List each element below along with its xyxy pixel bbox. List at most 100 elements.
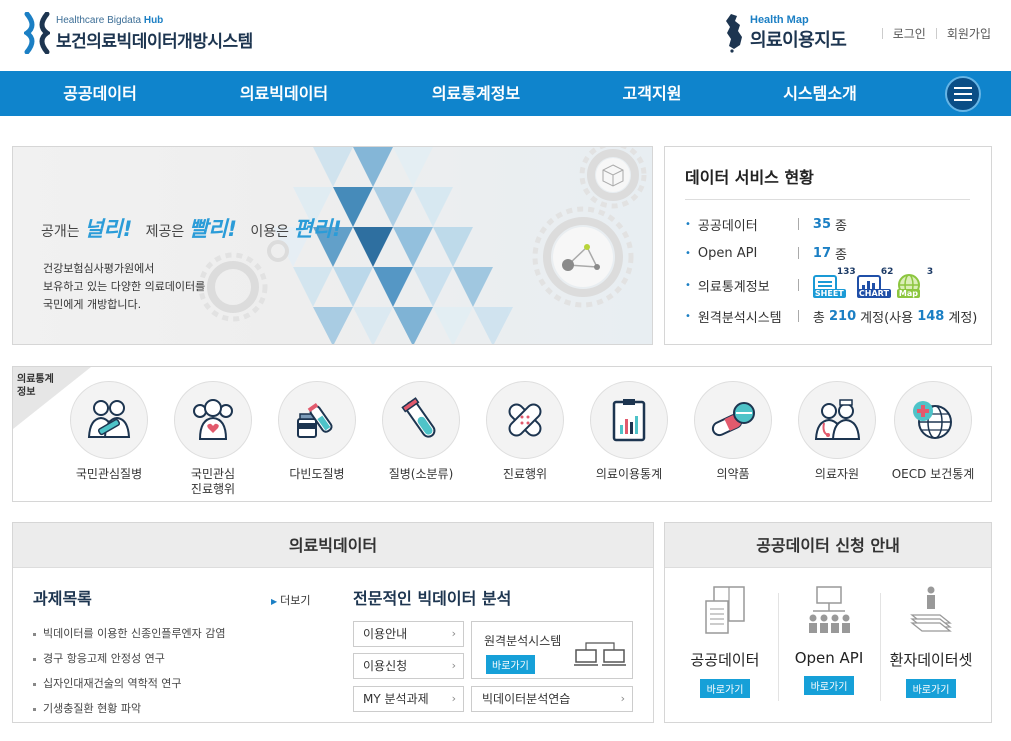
chevron-right-icon: ›: [451, 692, 456, 705]
bandage-icon: [486, 381, 564, 459]
nav-item-about[interactable]: 시스템소개: [750, 71, 890, 116]
stats-label-line: 의료통계: [17, 374, 54, 385]
utility-links: 로그인 회원가입: [872, 25, 991, 42]
nav-item-medical-bigdata[interactable]: 의료빅데이터: [214, 71, 354, 116]
public-data-apply-section: 공공데이터 신청 안내 공공데이터 바로가기 Open API 바로가기 환자데…: [664, 522, 992, 723]
nav-item-medical-stats[interactable]: 의료통계정보: [406, 71, 546, 116]
service-row-open-api[interactable]: • Open API 17 종: [685, 243, 847, 263]
stat-item-label: 의료이용통계: [595, 467, 663, 481]
stat-item-oecd[interactable]: OECD 보건통계: [883, 381, 983, 482]
service-row-medical-stats[interactable]: • 의료통계정보 133 SHEET 62 CHART 3 Map: [685, 267, 933, 298]
map-icon[interactable]: 3 Map: [896, 267, 933, 298]
stat-item-interest-treatment[interactable]: 국민관심 진료행위: [163, 381, 263, 497]
header: Healthcare Bigdata Hub 보건의료빅데이터개방시스템 Hea…: [0, 0, 1011, 71]
people-heart-icon: [174, 381, 252, 459]
apply-section-title: 공공데이터 신청 안내: [665, 523, 991, 568]
button-label: 이용안내: [363, 627, 408, 641]
service-row-count-used: 148: [917, 308, 945, 324]
nav-item-public-data[interactable]: 공공데이터: [30, 71, 170, 116]
task-item[interactable]: 경구 항응고제 안정성 연구: [33, 650, 165, 666]
stat-item-label: 의약품: [716, 467, 750, 481]
chart-icon[interactable]: 62 CHART: [856, 267, 893, 298]
stat-item-frequent-disease[interactable]: 다빈도질병: [267, 381, 367, 482]
stat-item-label: 의료자원: [814, 467, 860, 481]
service-row-unit: 종: [835, 247, 847, 263]
banner-desc-line: 국민에게 개방합니다.: [43, 298, 142, 311]
service-row-count: 35: [812, 216, 831, 232]
login-link[interactable]: 로그인: [893, 25, 926, 42]
usage-guide-button[interactable]: 이용안내 ›: [353, 621, 464, 647]
banner-slogan: 공개는 널리! 제공은 빨리! 이용은 편리!: [41, 213, 342, 243]
banner-description: 건강보험심사평가원에서 보유하고 있는 다양한 의료데이터를 국민에게 개방합니…: [43, 260, 283, 314]
divider: [881, 28, 883, 39]
signup-link[interactable]: 회원가입: [947, 25, 991, 42]
service-row-count: 17: [812, 245, 831, 261]
stat-item-treatment[interactable]: 진료행위: [475, 381, 575, 482]
stat-item-label: 질병(소분류): [388, 467, 454, 481]
logo-mark-icon: [24, 12, 50, 54]
usage-apply-button[interactable]: 이용신청 ›: [353, 653, 464, 679]
stat-item-medical-resources[interactable]: 의료자원: [787, 381, 887, 482]
stats-label-line: 정보: [17, 387, 36, 398]
hamburger-icon[interactable]: [945, 76, 981, 112]
remote-analysis-go-button[interactable]: 바로가기: [486, 655, 535, 674]
service-title: 데이터 서비스 현황: [685, 168, 814, 187]
slogan-use-highlight: 편리!: [293, 217, 342, 241]
chevron-right-icon: ›: [620, 692, 625, 705]
test-tube-icon: [382, 381, 460, 459]
service-row-public-data[interactable]: • 공공데이터 35 종: [685, 214, 847, 234]
task-item[interactable]: 빅데이터를 이용한 신종인플루엔자 감염: [33, 625, 226, 641]
map-tag: Map: [896, 289, 920, 298]
medicine-bottle-icon: [278, 381, 356, 459]
stat-format-icons: 133 SHEET 62 CHART 3 Map: [812, 267, 933, 298]
pill-icon: [694, 381, 772, 459]
stat-item-disease-subclass[interactable]: 질병(소분류): [371, 381, 471, 482]
clipboard-chart-icon: [590, 381, 668, 459]
service-row-mid: 계정(사용: [860, 310, 914, 326]
service-row-unit: 계정): [948, 310, 978, 326]
map-count: 3: [926, 267, 934, 277]
stat-item-label: 국민관심질병: [75, 467, 143, 481]
apply-go-button[interactable]: 바로가기: [699, 679, 751, 698]
computers-network-icon: [574, 642, 626, 666]
sheet-count: 133: [836, 267, 856, 277]
stat-item-usage-stats[interactable]: 의료이용통계: [579, 381, 679, 482]
task-list-title: 과제목록: [33, 589, 92, 608]
apply-item-label: 공공데이터: [690, 651, 760, 669]
nav-item-support[interactable]: 고객지원: [582, 71, 722, 116]
slogan-provide-highlight: 빨리!: [188, 217, 237, 241]
banner-graphic: [13, 147, 652, 344]
apply-item-label: Open API: [794, 649, 864, 667]
remote-analysis-box: 원격분석시스템 바로가기: [471, 621, 633, 679]
service-row-label: Open API: [697, 245, 758, 261]
health-map-link[interactable]: Health Map 의료이용지도: [722, 13, 847, 53]
apply-public-data: 공공데이터 바로가기: [671, 581, 779, 698]
globe-plus-icon: [894, 381, 972, 459]
service-row-label: 원격분석시스템: [697, 310, 782, 326]
task-item[interactable]: 십자인대재건술의 역학적 연구: [33, 675, 182, 691]
stat-item-medicine[interactable]: 의약품: [683, 381, 783, 482]
service-row-remote-analysis[interactable]: • 원격분석시스템 총 210 계정(사용 148 계정): [685, 306, 977, 326]
apply-go-button[interactable]: 바로가기: [905, 679, 957, 698]
my-tasks-button[interactable]: MY 분석과제 ›: [353, 686, 464, 712]
apply-go-button[interactable]: 바로가기: [803, 676, 855, 695]
task-item[interactable]: 기생충질환 현황 파악: [33, 700, 141, 716]
main-nav: 공공데이터 의료빅데이터 의료통계정보 고객지원 시스템소개: [0, 71, 1011, 116]
service-row-label: 공공데이터: [697, 218, 758, 234]
medical-bigdata-section: 의료빅데이터 과제목록 ▶ 더보기 빅데이터를 이용한 신종인플루엔자 감염 경구…: [12, 522, 654, 723]
site-logo[interactable]: Healthcare Bigdata Hub 보건의료빅데이터개방시스템: [24, 12, 253, 54]
service-row-count: 210: [829, 308, 857, 324]
sheet-icon[interactable]: 133 SHEET: [812, 267, 856, 298]
network-icon: [775, 581, 883, 641]
apply-open-api: Open API 바로가기: [775, 581, 883, 695]
chart-count: 62: [880, 267, 894, 277]
button-label: 빅데이터분석연습: [482, 692, 571, 706]
stat-item-interest-disease[interactable]: 국민관심질병: [59, 381, 159, 482]
korea-map-icon: [726, 14, 742, 53]
medical-stats-section: 의료통계 정보 국민관심질병 국민관심 진료행위 다빈도질병 질병(소분류) 진…: [12, 366, 992, 502]
bigdata-practice-button[interactable]: 빅데이터분석연습 ›: [471, 686, 633, 712]
divider: [685, 199, 970, 200]
sheet-tag: SHEET: [812, 289, 846, 298]
slogan-use: 이용은: [250, 224, 289, 240]
more-link[interactable]: ▶ 더보기: [271, 592, 311, 608]
